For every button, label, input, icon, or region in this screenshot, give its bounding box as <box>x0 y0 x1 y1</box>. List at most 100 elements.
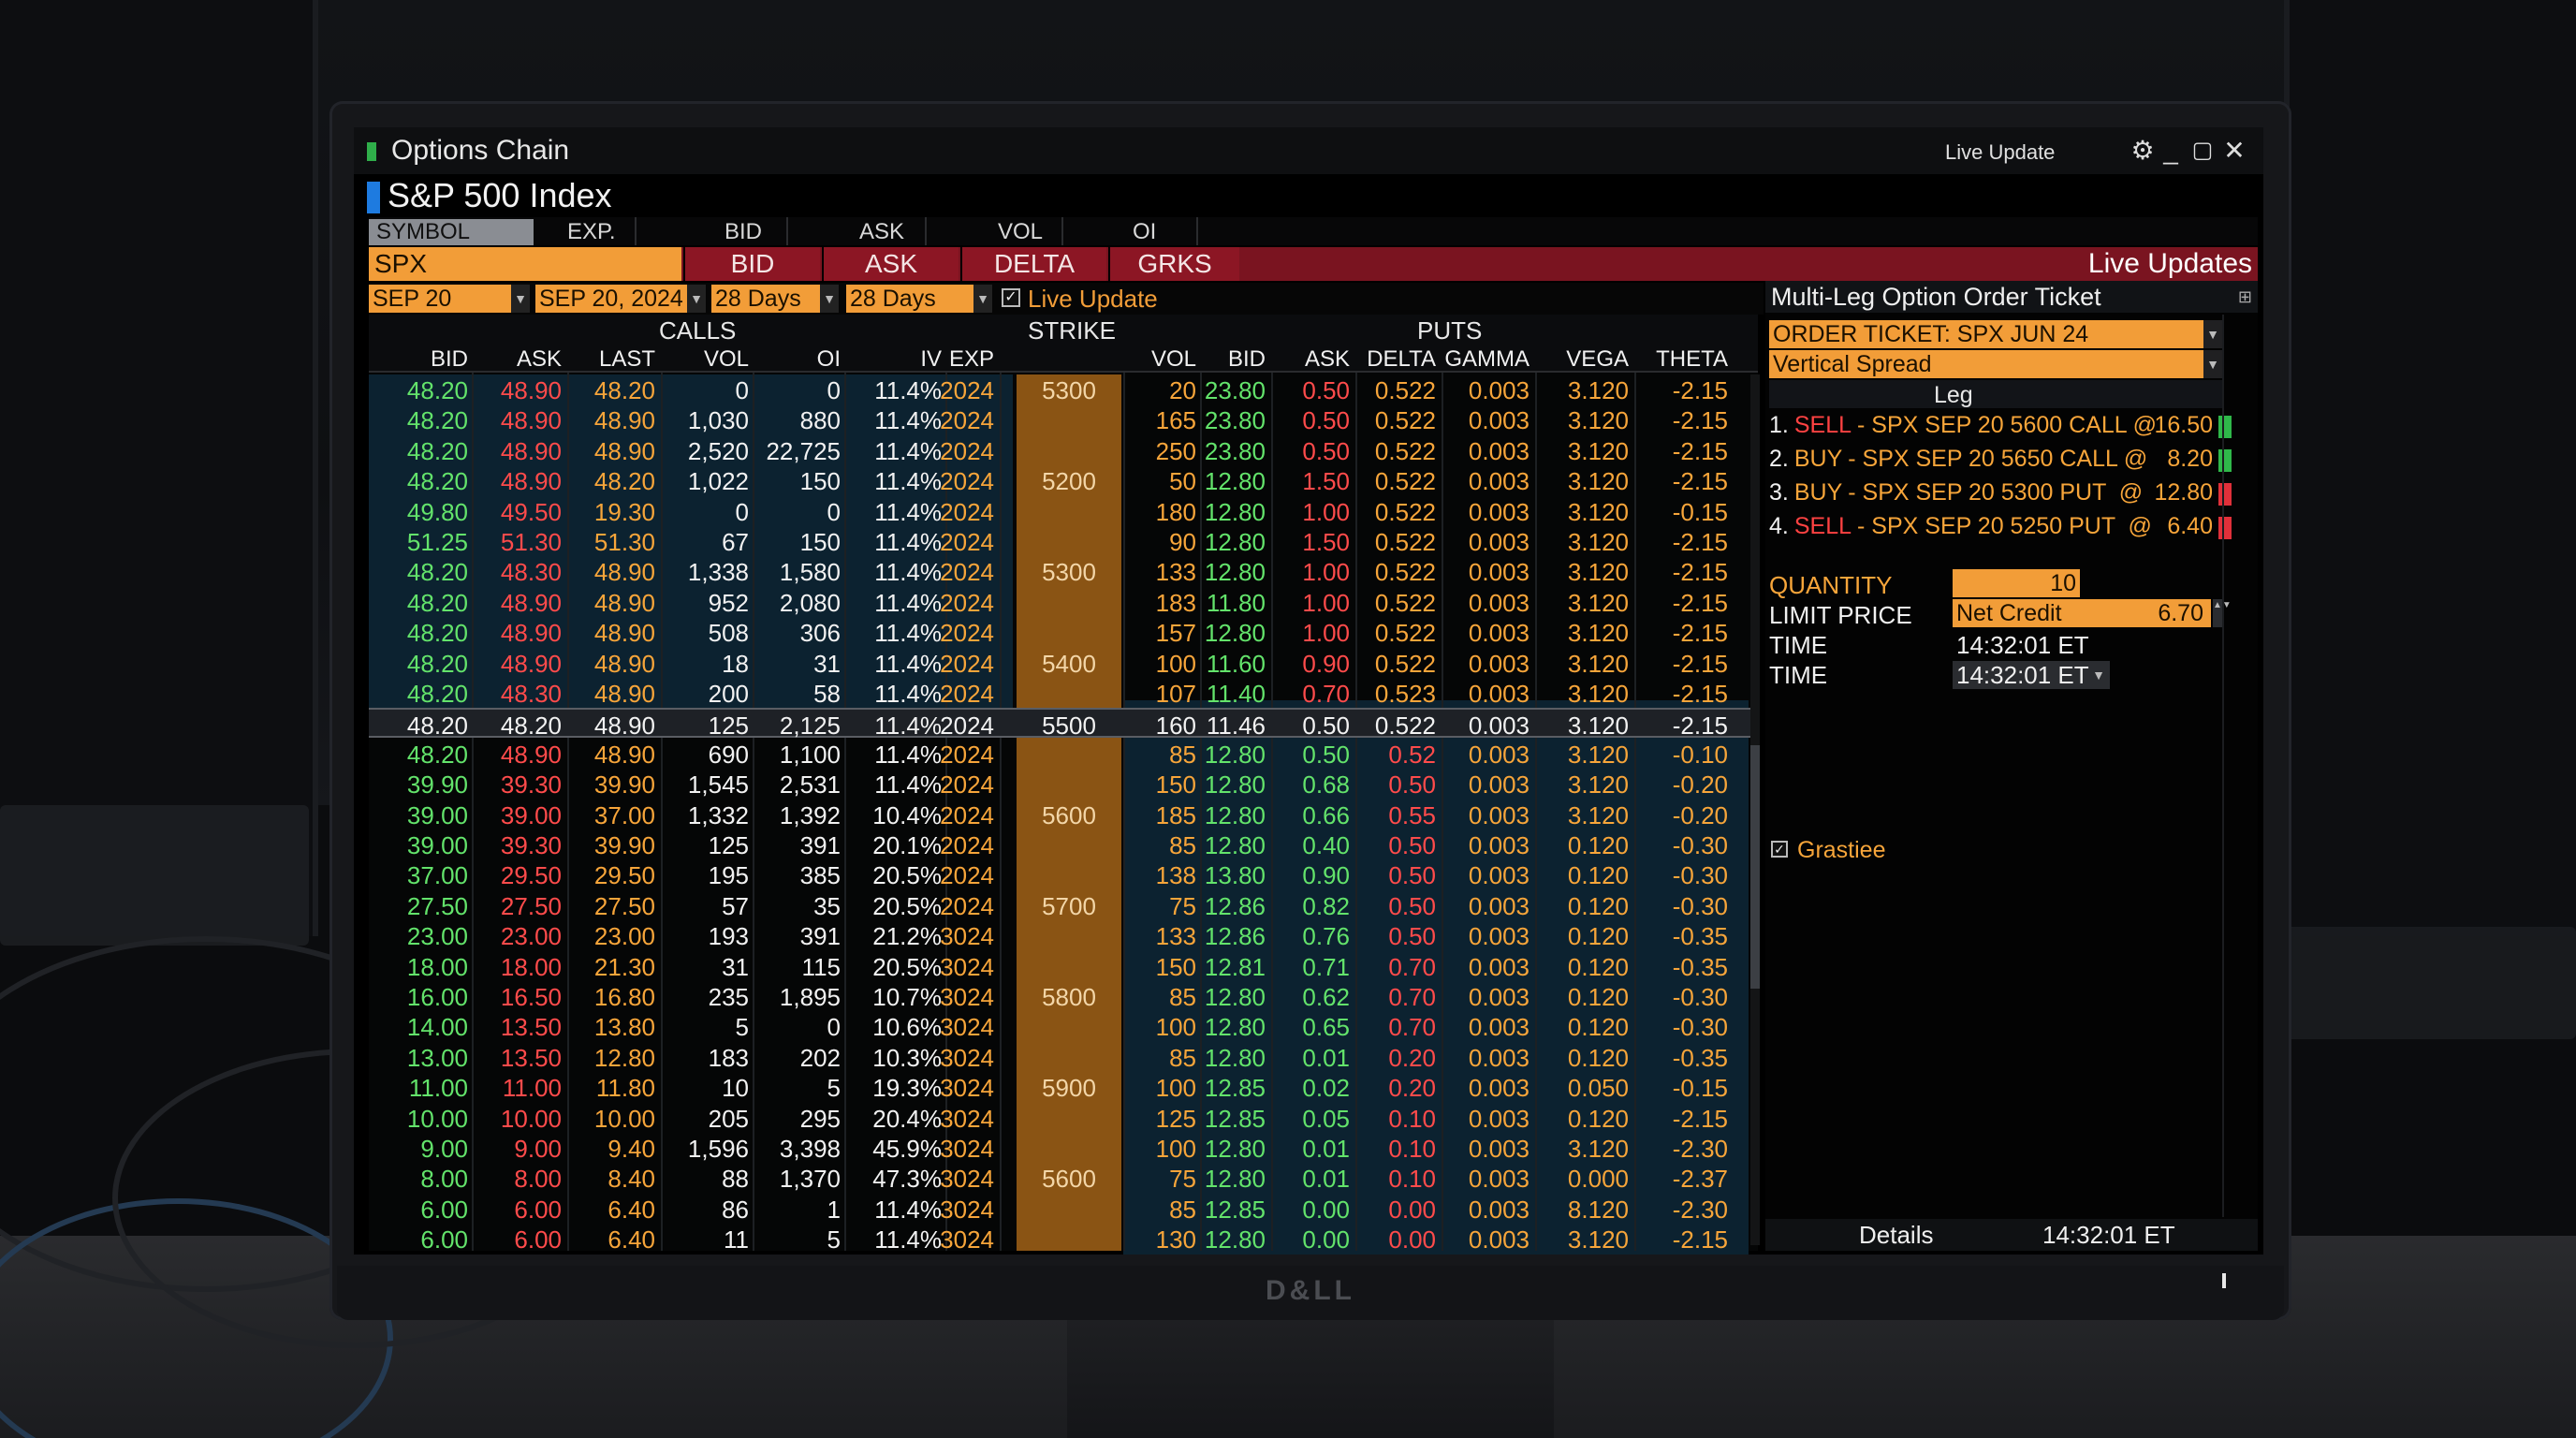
table-row[interactable]: 13.00 13.50 12.80 183 202 10.3% 3024 85 12.80 0.0… <box>369 1042 1758 1072</box>
tab-delta[interactable]: DELTA <box>960 247 1106 281</box>
table-cell: 0.003 <box>1468 497 1530 526</box>
field-oi[interactable]: OI <box>1133 219 1156 245</box>
table-cell: -2.15 <box>1672 436 1728 465</box>
column-header[interactable]: EXP <box>900 346 994 373</box>
tab-ask[interactable]: ASK <box>822 247 959 281</box>
column-header[interactable]: GAMMA <box>1436 346 1530 373</box>
table-cell: 48.90 <box>593 712 655 741</box>
table-cell: 0.120 <box>1567 922 1629 951</box>
column-header[interactable]: ASK <box>468 346 562 373</box>
table-row[interactable]: 48.20 48.30 48.90 1,338 1,580 11.4% 2024 5300 13… <box>369 556 1758 586</box>
table-row[interactable]: 48.20 48.90 48.90 508 306 11.4% 2024 157 12.80 1.… <box>369 617 1758 647</box>
table-row[interactable]: 8.00 8.00 8.40 88 1,370 47.3% 3024 5600 75 12.80 0… <box>369 1163 1758 1193</box>
scrollbar-thumb[interactable] <box>1750 745 1760 989</box>
details-button[interactable]: Details <box>1859 1221 1933 1250</box>
table-row[interactable]: 37.00 29.50 29.50 195 385 20.5% 2024 138 13.80 0.… <box>369 859 1758 889</box>
table-cell: 48.90 <box>593 680 655 708</box>
table-row[interactable]: 49.80 49.50 19.30 0 0 11.4% 2024 180 12.80 1.00 0.… <box>369 496 1758 526</box>
table-row[interactable]: 48.20 48.90 48.90 952 2,080 11.4% 2024 183 11.80… <box>369 587 1758 617</box>
table-row[interactable]: 11.00 11.00 11.80 10 5 19.3% 3024 5900 100 12.85 0… <box>369 1072 1758 1102</box>
field-ask[interactable]: ASK <box>859 219 904 245</box>
column-header[interactable]: THETA <box>1634 346 1728 373</box>
tab-grks[interactable]: GRKS <box>1108 247 1239 281</box>
table-cell: 183 <box>708 1043 749 1072</box>
table-cell: 3.120 <box>1567 770 1629 800</box>
left-monitor <box>0 0 318 936</box>
gear-icon[interactable]: ⚙ <box>2127 135 2159 167</box>
order-leg[interactable]: 1. SELL - SPX SEP 20 5600 CALL @16.50 <box>1769 412 2232 442</box>
table-row[interactable]: 6.00 6.00 6.40 11 5 11.4% 3024 130 12.80 0.00 0.00… <box>369 1224 1758 1254</box>
grastiee-checkbox[interactable]: ✓ <box>1771 841 1788 858</box>
table-row[interactable]: 48.20 48.90 48.20 0 0 11.4% 2024 5300 20 23.80 0.5… <box>369 374 1758 404</box>
column-header[interactable]: BID <box>1172 346 1266 373</box>
column-header[interactable]: LAST <box>562 346 655 373</box>
days-select-2[interactable]: 28 Days ▼ <box>846 285 992 313</box>
table-row[interactable]: 48.20 48.90 48.20 1,022 150 11.4% 2024 5200 50 12… <box>369 465 1758 495</box>
date-select[interactable]: SEP 20, 2024 ▼ <box>535 285 706 313</box>
live-update-checkbox[interactable]: ✓ <box>1002 288 1020 307</box>
column-header[interactable]: OI <box>747 346 841 373</box>
days-select[interactable]: 28 Days ▼ <box>711 285 839 313</box>
table-row[interactable]: 39.90 39.30 39.90 1,545 2,531 11.4% 2024 150 12.… <box>369 769 1758 799</box>
table-row[interactable]: 39.00 39.00 37.00 1,332 1,392 10.4% 2024 5600 18… <box>369 800 1758 829</box>
table-row[interactable]: 6.00 6.00 6.40 86 1 11.4% 3024 85 12.85 0.00 0.00 0… <box>369 1194 1758 1224</box>
order-leg[interactable]: 4. SELL - SPX SEP 20 5250 PUT @ 6.40 <box>1769 513 2232 543</box>
table-cell: 10 <box>722 1074 749 1103</box>
order-leg[interactable]: 2. BUY - SPX SEP 20 5650 CALL @ 8.20 <box>1769 446 2232 476</box>
limit-price-input[interactable]: Net Credit 6.70 <box>1953 599 2211 627</box>
field-bid[interactable]: BID <box>724 219 762 245</box>
table-cell: 0.003 <box>1468 1043 1530 1072</box>
table-cell: 27.50 <box>500 891 562 920</box>
table-row[interactable]: 16.00 16.50 16.80 235 1,895 10.7% 3024 5800 85 12… <box>369 981 1758 1011</box>
field-exp[interactable]: EXP. <box>567 219 616 245</box>
table-cell: 0.522 <box>1374 497 1436 526</box>
column-header[interactable]: ASK <box>1256 346 1350 373</box>
maximize-icon[interactable]: ▢ <box>2187 135 2218 167</box>
order-leg[interactable]: 3. BUY - SPX SEP 20 5300 PUT @ 12.80 <box>1769 479 2232 509</box>
table-row[interactable]: 9.00 9.00 9.40 1,596 3,398 45.9% 3024 100 12.80 0… <box>369 1133 1758 1163</box>
time-select[interactable]: 14:32:01 ET ▼ <box>1953 661 2110 689</box>
quantity-input[interactable]: 10 <box>1953 569 2080 597</box>
table-cell: 12.80 <box>1204 558 1266 587</box>
column-header[interactable]: BID <box>374 346 468 373</box>
table-cell: 49.50 <box>500 497 562 526</box>
expiry-select[interactable]: SEP 20 ▼ <box>369 285 530 313</box>
table-row-at-the-money[interactable]: 48.20 48.20 48.90 125 2,125 11.4% 2024 5500 160 1… <box>369 708 1758 741</box>
table-row[interactable]: 14.00 13.50 13.80 5 0 10.6% 3024 100 12.80 0.65 0.… <box>369 1011 1758 1041</box>
table-cell: 2024 <box>940 619 994 648</box>
table-row[interactable]: 48.20 48.30 48.90 200 58 11.4% 2024 107 11.40 0.7… <box>369 678 1758 708</box>
table-cell: 3024 <box>940 1043 994 1072</box>
column-header[interactable]: VOL <box>655 346 749 373</box>
order-ticket-select[interactable]: ORDER TICKET: SPX JUN 24 ▼ <box>1769 320 2222 348</box>
symbol-input[interactable]: SPX <box>369 247 681 281</box>
table-cell: 11 <box>724 1225 749 1255</box>
column-header[interactable]: DELTA <box>1342 346 1436 373</box>
table-row[interactable]: 27.50 27.50 27.50 57 35 20.5% 2024 5700 75 12.86 0… <box>369 890 1758 920</box>
table-cell: 1,100 <box>779 740 841 769</box>
power-led[interactable] <box>2222 1273 2226 1288</box>
table-row[interactable]: 48.20 48.90 48.90 690 1,100 11.4% 2024 85 12.80 0… <box>369 739 1758 769</box>
close-icon[interactable]: ✕ <box>2218 135 2250 167</box>
minimize-icon[interactable]: _ <box>2155 135 2187 167</box>
table-cell: 23.00 <box>406 922 468 951</box>
strategy-select[interactable]: Vertical Spread ▼ <box>1769 350 2222 378</box>
field-symbol[interactable]: SYMBOL <box>369 219 534 245</box>
table-row[interactable]: 48.20 48.90 48.90 18 31 11.4% 2024 5400 100 11.60… <box>369 648 1758 678</box>
table-cell: 0.76 <box>1302 922 1350 951</box>
table-row[interactable]: 48.20 48.90 48.90 2,520 22,725 11.4% 2024 250 23… <box>369 435 1758 465</box>
table-cell: -2.15 <box>1672 528 1728 556</box>
table-row[interactable]: 10.00 10.00 10.00 205 295 20.4% 3024 125 12.85 0.… <box>369 1103 1758 1133</box>
column-header[interactable]: VEGA <box>1535 346 1629 373</box>
table-row[interactable]: 39.00 39.30 39.90 125 391 20.1% 2024 85 12.80 0.4… <box>369 829 1758 859</box>
table-cell: 10.00 <box>593 1104 655 1133</box>
field-vol[interactable]: VOL <box>998 219 1043 245</box>
table-row[interactable]: 51.25 51.30 51.30 67 150 11.4% 2024 90 12.80 1.50… <box>369 526 1758 556</box>
divider <box>635 217 637 245</box>
table-row[interactable]: 18.00 18.00 21.30 31 115 20.5% 3024 150 12.81 0.7… <box>369 951 1758 981</box>
table-cell: 3.120 <box>1567 800 1629 829</box>
table-row[interactable]: 48.20 48.90 48.90 1,030 880 11.4% 2024 165 23.80… <box>369 404 1758 434</box>
pin-icon[interactable]: ⊞ <box>2238 281 2252 313</box>
table-row[interactable]: 23.00 23.00 23.00 193 391 21.2% 3024 133 12.86 0.… <box>369 920 1758 950</box>
tab-bid[interactable]: BID <box>683 247 820 281</box>
table-cell: 3024 <box>940 1104 994 1133</box>
